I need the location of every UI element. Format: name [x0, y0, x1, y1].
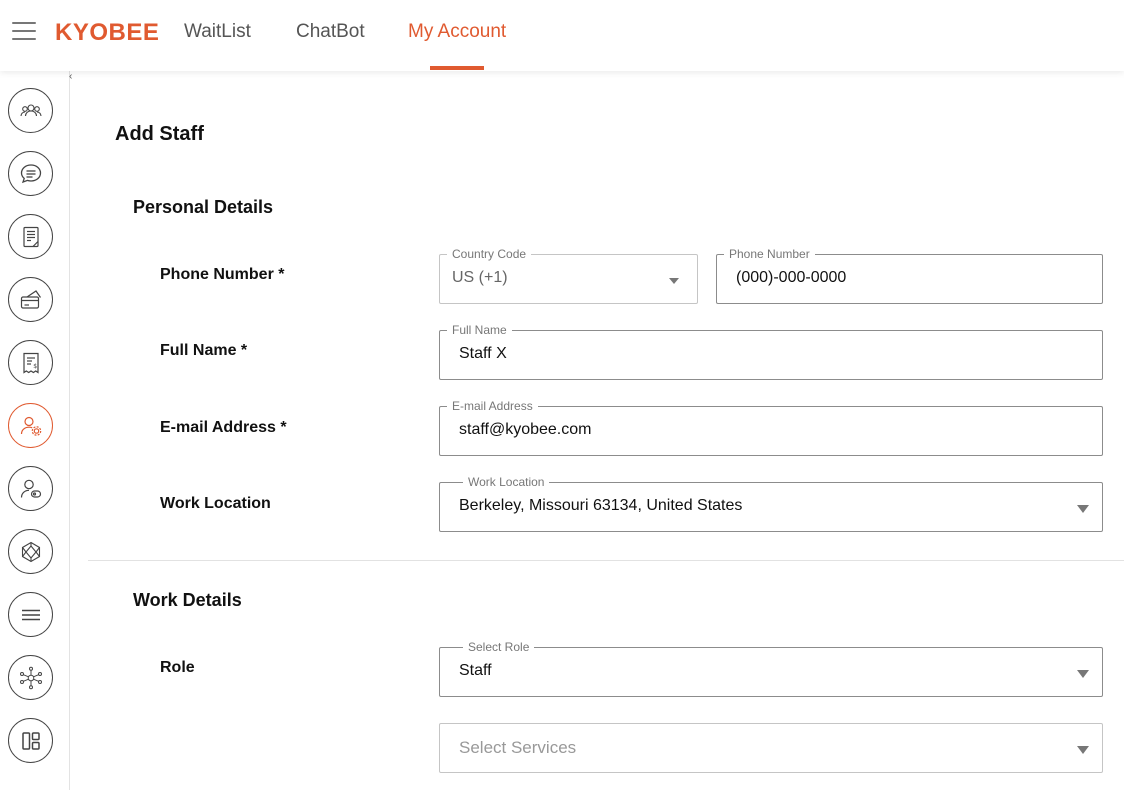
top-navigation-bar: KYOBEE WaitList ChatBot My Account [0, 0, 1124, 71]
hamburger-menu-icon[interactable] [12, 22, 36, 42]
full-name-value: Staff X [459, 345, 507, 362]
sidebar-item-chat[interactable] [8, 151, 53, 196]
role-legend: Select Role [463, 640, 535, 654]
role-value: Staff [459, 662, 492, 679]
nav-tab-my-account[interactable]: My Account [408, 21, 506, 43]
nav-tab-chatbot[interactable]: ChatBot [296, 21, 365, 43]
active-tab-indicator [430, 66, 484, 70]
role-select[interactable]: Select Role Staff [439, 640, 1103, 697]
email-address-label: E-mail Address * [160, 419, 287, 436]
network-sphere-icon [21, 541, 40, 562]
user-key-icon [20, 479, 41, 498]
chat-icon [20, 163, 41, 183]
chevron-down-icon [1077, 670, 1089, 678]
group-icon [19, 103, 42, 116]
menu-lines-icon [21, 609, 40, 620]
sidebar-item-network[interactable] [8, 655, 53, 700]
sidebar-item-payments[interactable] [8, 277, 53, 322]
section-title-work-details: Work Details [133, 590, 242, 610]
work-location-value: Berkeley, Missouri 63134, United States [459, 497, 743, 514]
main-content: Add Staff Personal Details Phone Number … [71, 71, 1124, 790]
layout-icon [21, 731, 40, 750]
role-label: Role [160, 659, 195, 676]
services-placeholder: Select Services [459, 738, 577, 757]
work-location-legend: Work Location [463, 475, 550, 489]
sidebar-item-group[interactable] [8, 88, 53, 133]
hub-network-icon [19, 666, 42, 689]
payment-card-icon [20, 289, 41, 309]
user-settings-icon [20, 416, 41, 436]
full-name-legend: Full Name [447, 323, 512, 337]
section-title-personal-details: Personal Details [133, 197, 274, 217]
full-name-label: Full Name * [160, 342, 248, 359]
full-name-input[interactable]: Full Name Staff X [439, 323, 1103, 380]
email-address-legend: E-mail Address [447, 399, 538, 413]
sidebar-item-user-access[interactable] [8, 466, 53, 511]
phone-number-label: Phone Number * [160, 266, 285, 283]
nav-tab-waitlist[interactable]: WaitList [184, 21, 251, 43]
country-code-select[interactable]: Country Code US (+1) [439, 247, 698, 304]
sidebar-item-staff-settings[interactable] [8, 403, 53, 448]
receipt-icon: $ [22, 352, 39, 374]
page-title: Add Staff [115, 123, 204, 145]
phone-number-legend: Phone Number [724, 247, 815, 261]
phone-number-value: (000)-000-0000 [736, 269, 847, 286]
sidebar-item-billing[interactable]: $ [8, 340, 53, 385]
sidebar-item-menu[interactable] [8, 592, 53, 637]
section-divider [88, 560, 1124, 561]
chevron-down-icon [1077, 746, 1089, 754]
services-select[interactable]: Select Services [439, 723, 1103, 773]
chevron-down-icon [1077, 505, 1089, 513]
email-address-value: staff@kyobee.com [459, 421, 592, 438]
phone-number-input[interactable]: Phone Number (000)-000-0000 [716, 247, 1103, 304]
kyobee-logo[interactable]: KYOBEE [55, 19, 159, 47]
country-code-value: US (+1) [452, 269, 508, 286]
work-location-select[interactable]: Work Location Berkeley, Missouri 63134, … [439, 475, 1103, 532]
sidebar-item-integrations[interactable] [8, 529, 53, 574]
svg-text:$: $ [33, 363, 37, 370]
notes-icon [22, 226, 39, 247]
country-code-legend: Country Code [447, 247, 532, 261]
email-address-input[interactable]: E-mail Address staff@kyobee.com [439, 399, 1103, 456]
sidebar-item-dashboard[interactable] [8, 718, 53, 763]
work-location-label: Work Location [160, 495, 271, 512]
sidebar-item-notes[interactable] [8, 214, 53, 259]
chevron-down-icon [669, 278, 679, 284]
